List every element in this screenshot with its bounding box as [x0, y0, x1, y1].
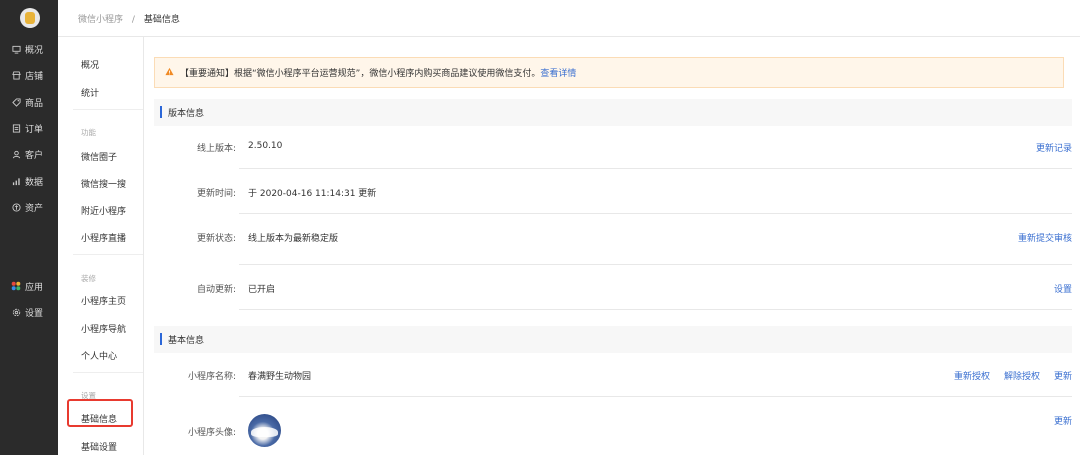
subnav-item-overview[interactable]: 概况 — [81, 58, 99, 71]
app-name-value: 春满野生动物园 — [248, 372, 312, 382]
main-nav: 概况 店铺 商品 订单 客户 数据 资产 应用 设置 — [0, 0, 58, 455]
update-avatar-link[interactable]: 更新 — [1054, 414, 1072, 427]
breadcrumb-parent[interactable]: 微信小程序 — [78, 15, 123, 25]
divider — [239, 396, 1072, 397]
nav-item-settings[interactable]: 设置 — [0, 301, 58, 323]
update-status-label: 更新状态: — [196, 234, 236, 244]
section-title: 基本信息 — [168, 336, 205, 346]
nav-item-apps[interactable]: 应用 — [0, 275, 58, 297]
subnav-item-stats[interactable]: 统计 — [81, 86, 99, 99]
apps-icon — [11, 281, 21, 291]
nav-item-label: 商品 — [25, 98, 44, 109]
divider — [73, 254, 143, 255]
notice-text: 【重要通知】根据“微信小程序平台运营规范”，微信小程序内购买商品建议使用微信支付… — [180, 66, 576, 79]
nav-item-label: 订单 — [25, 124, 44, 135]
section-basic: 基本信息 — [154, 326, 1072, 353]
section-title: 版本信息 — [168, 109, 205, 119]
auto-update-settings-link[interactable]: 设置 — [1054, 282, 1072, 295]
auto-update-label: 自动更新: — [196, 285, 236, 295]
section-marker — [160, 333, 162, 345]
breadcrumb: 微信小程序 / 基础信息 — [78, 12, 180, 25]
update-log-link[interactable]: 更新记录 — [1036, 141, 1072, 154]
nav-item-customers[interactable]: 客户 — [0, 143, 58, 165]
nav-item-orders[interactable]: 订单 — [0, 117, 58, 139]
nav-item-label: 应用 — [25, 282, 44, 293]
highlight-box — [67, 399, 133, 427]
warning-icon — [165, 67, 174, 79]
nav-item-assets[interactable]: 资产 — [0, 196, 58, 218]
divider — [73, 109, 143, 110]
nav-item-store[interactable]: 店铺 — [0, 64, 58, 86]
notice-detail-link[interactable]: 查看详情 — [540, 69, 576, 79]
divider — [239, 264, 1072, 265]
resubmit-review-link[interactable]: 重新提交审核 — [1018, 231, 1072, 244]
app-name-label: 小程序名称: — [187, 372, 236, 382]
update-status-value: 线上版本为最新稳定版 — [248, 234, 339, 244]
notice-message: 【重要通知】根据“微信小程序平台运营规范”，微信小程序内购买商品建议使用微信支付… — [180, 69, 541, 79]
nav-item-label: 客户 — [25, 150, 44, 161]
auto-update-value: 已开启 — [248, 285, 276, 295]
notice-banner: 【重要通知】根据“微信小程序平台运营规范”，微信小程序内购买商品建议使用微信支付… — [154, 57, 1064, 88]
app-avatar — [248, 414, 281, 447]
breadcrumb-current: 基础信息 — [143, 14, 180, 25]
secondary-nav: 概况 统计 功能 微信圈子 微信搜一搜 附近小程序 小程序直播 装修 小程序主页… — [58, 37, 144, 455]
nav-item-label: 资产 — [25, 203, 44, 214]
order-icon — [11, 123, 21, 133]
subnav-group-decor: 装修 — [81, 274, 96, 283]
section-marker — [160, 106, 162, 118]
asset-icon — [11, 202, 21, 212]
page-header: 微信小程序 / 基础信息 — [58, 0, 1080, 37]
online-version-label: 线上版本: — [196, 144, 236, 154]
subnav-group-function: 功能 — [81, 128, 96, 137]
reauthorize-link[interactable]: 重新授权 — [954, 369, 990, 382]
online-version-value: 2.50.10 — [248, 141, 283, 151]
nav-item-data[interactable]: 数据 — [0, 170, 58, 192]
subnav-item-wechat-circle[interactable]: 微信圈子 — [81, 150, 117, 163]
subnav-item-live[interactable]: 小程序直播 — [81, 231, 126, 244]
divider — [239, 168, 1072, 169]
nav-item-label: 店铺 — [25, 71, 44, 82]
subnav-item-homepage[interactable]: 小程序主页 — [81, 294, 126, 307]
subnav-item-nearby[interactable]: 附近小程序 — [81, 204, 126, 217]
update-time-label: 更新时间: — [196, 189, 236, 199]
tag-icon — [11, 97, 21, 107]
subnav-item-basic-settings[interactable]: 基础设置 — [81, 440, 117, 453]
update-time-value: 于 2020-04-16 11:14:31 更新 — [248, 189, 377, 199]
unauthorize-link[interactable]: 解除授权 — [1004, 369, 1040, 382]
user-icon — [11, 149, 21, 159]
divider — [73, 372, 143, 373]
app-logo[interactable] — [20, 8, 40, 28]
breadcrumb-separator: / — [131, 14, 135, 25]
update-name-link[interactable]: 更新 — [1054, 369, 1072, 382]
monitor-icon — [11, 44, 21, 54]
subnav-item-personal-center[interactable]: 个人中心 — [81, 349, 117, 362]
nav-item-label: 数据 — [25, 177, 44, 188]
nav-item-label: 设置 — [25, 308, 44, 319]
logo-icon — [25, 12, 35, 24]
divider — [239, 309, 1072, 310]
nav-item-goods[interactable]: 商品 — [0, 91, 58, 113]
section-version: 版本信息 — [154, 99, 1072, 126]
nav-item-overview[interactable]: 概况 — [0, 38, 58, 60]
subnav-item-navigation[interactable]: 小程序导航 — [81, 322, 126, 335]
gear-icon — [11, 307, 21, 317]
main-content: 【重要通知】根据“微信小程序平台运营规范”，微信小程序内购买商品建议使用微信支付… — [144, 37, 1080, 455]
store-icon — [11, 70, 21, 80]
chart-icon — [11, 176, 21, 186]
subnav-item-wechat-search[interactable]: 微信搜一搜 — [81, 177, 126, 190]
app-avatar-label: 小程序头像: — [187, 428, 236, 438]
nav-item-label: 概况 — [25, 45, 44, 56]
divider — [239, 213, 1072, 214]
